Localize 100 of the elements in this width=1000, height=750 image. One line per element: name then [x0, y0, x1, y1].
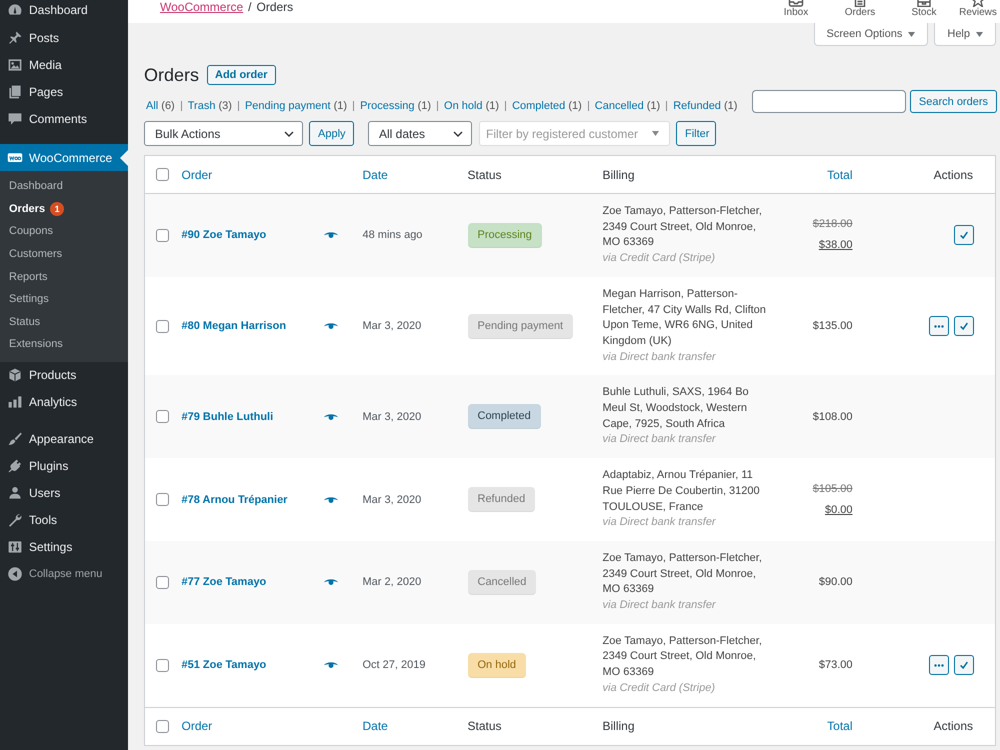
customer-name-link[interactable]: #79 Buhle Luthuli	[182, 410, 274, 423]
checkbox[interactable]	[156, 320, 169, 333]
speech-bubble-icon	[7, 110, 23, 126]
more-button[interactable]	[929, 316, 949, 336]
column-header-link[interactable]: Date	[362, 168, 388, 182]
status-filter-link[interactable]: Processing (1)	[360, 99, 432, 113]
screen-options-tab[interactable]: Screen Options	[814, 23, 928, 46]
eye-icon[interactable]	[324, 496, 338, 504]
checkbox[interactable]	[156, 168, 169, 181]
submenu-item[interactable]: Dashboard	[0, 175, 128, 198]
apply-button[interactable]: Apply	[309, 121, 354, 146]
submenu-item[interactable]: Settings	[0, 288, 128, 311]
sliders-icon	[7, 539, 23, 556]
column-header: Status	[468, 719, 502, 734]
checkbox[interactable]	[156, 493, 169, 506]
more-button[interactable]	[929, 655, 949, 676]
filter-button[interactable]: Filter	[676, 121, 716, 146]
search-button[interactable]: Search orders	[910, 90, 997, 113]
sidebar-item[interactable]: Media	[0, 51, 128, 78]
tray-icon	[788, 0, 804, 7]
status-filter-link[interactable]: Cancelled (1)	[594, 99, 660, 113]
column-header: Billing	[602, 168, 635, 182]
order-date: Mar 3, 2020	[362, 494, 422, 506]
payment-method: via Direct bank transfer	[602, 598, 717, 614]
customer-name-link[interactable]: #78 Arnou Trépanier	[182, 494, 288, 506]
order-total: $135.00	[812, 320, 852, 332]
sidebar-item[interactable]: Plugins	[0, 452, 128, 480]
status-filter-link[interactable]: Pending payment (1)	[244, 99, 348, 113]
sidebar-item[interactable]: Products	[0, 362, 128, 389]
customer-filter-field[interactable]: Filter by registered customer	[479, 121, 670, 146]
status-filter-link[interactable]: Trash (3)	[188, 99, 232, 113]
status-badge: Processing	[468, 222, 542, 248]
tick-icon	[959, 321, 969, 332]
checkbox[interactable]	[156, 658, 169, 672]
sidebar-item[interactable]: Analytics	[0, 388, 128, 416]
eye-icon[interactable]	[324, 578, 338, 586]
status-filter-link[interactable]: All (6)	[146, 99, 175, 113]
order-total: $0.00	[824, 502, 852, 518]
toolbar-item[interactable]: Reviews	[956, 0, 1000, 19]
checkbox[interactable]	[156, 720, 169, 733]
date-filter-select[interactable]: All dates	[368, 121, 472, 146]
search-field[interactable]	[752, 90, 906, 113]
sidebar-item[interactable]: WooCommerce	[0, 144, 128, 171]
caret-down-icon	[908, 32, 916, 36]
sidebar-item[interactable]: Settings	[0, 534, 128, 561]
star-icon	[970, 0, 986, 7]
dots-icon	[933, 322, 945, 330]
checkbox[interactable]	[156, 228, 169, 242]
toolbar-item[interactable]: Inbox	[764, 0, 828, 19]
submenu-item[interactable]: Orders 1	[0, 198, 128, 220]
checkbox[interactable]	[156, 576, 169, 589]
sidebar-item[interactable]: Tools	[0, 506, 128, 534]
complete-button[interactable]	[954, 225, 974, 246]
eye-icon[interactable]	[324, 661, 338, 670]
tick-icon	[959, 660, 969, 670]
submenu-item[interactable]: Status	[0, 310, 128, 334]
column-header-link[interactable]: Date	[362, 719, 388, 734]
column-header-link[interactable]: Order	[182, 719, 212, 734]
eye-icon[interactable]	[324, 231, 338, 240]
status-badge: Cancelled	[468, 570, 536, 595]
chevron-down-icon	[453, 130, 463, 136]
pages-icon	[7, 84, 23, 100]
sidebar-item[interactable]: Comments	[0, 105, 128, 132]
status-filter-link[interactable]: Refunded (1)	[673, 99, 738, 113]
collapse-menu-button[interactable]: Collapse menu	[0, 560, 128, 588]
customer-name-link[interactable]: #90 Zoe Tamayo	[182, 229, 266, 242]
complete-button[interactable]	[954, 655, 974, 676]
eye-icon[interactable]	[324, 322, 338, 330]
submenu-item[interactable]: Coupons	[0, 220, 128, 243]
complete-button[interactable]	[954, 316, 974, 336]
chevron-down-icon	[284, 130, 294, 136]
customer-name-link[interactable]: #51 Zoe Tamayo	[182, 659, 266, 672]
sidebar-item[interactable]: Pages	[0, 78, 128, 105]
help-tab[interactable]: Help	[934, 23, 996, 46]
document-icon	[852, 0, 868, 7]
customer-name-link[interactable]: #80 Megan Harrison	[182, 320, 286, 332]
bulk-actions-select[interactable]: Bulk Actions	[144, 121, 303, 146]
pointer-icon	[120, 150, 128, 166]
toolbar-item[interactable]: Orders	[828, 0, 892, 19]
column-header-link[interactable]: Total	[827, 719, 852, 734]
column-header-link[interactable]: Total	[827, 168, 852, 182]
sidebar-item[interactable]: Users	[0, 480, 128, 507]
submenu-item[interactable]: Extensions	[0, 333, 128, 356]
eye-icon[interactable]	[324, 412, 338, 421]
breadcrumb-link[interactable]: WooCommerce	[160, 0, 244, 14]
submenu-item[interactable]: Customers	[0, 242, 128, 266]
status-filter-link[interactable]: On hold (1)	[444, 99, 500, 113]
add-order-button[interactable]: Add order	[207, 65, 276, 85]
status-filter-link[interactable]: Completed (1)	[512, 99, 582, 113]
column-header: Actions	[934, 719, 973, 734]
customer-name-link[interactable]: #77 Zoe Tamayo	[182, 576, 266, 588]
sidebar-item[interactable]: Posts	[0, 24, 128, 51]
toolbar-item[interactable]: Stock	[892, 0, 956, 19]
checkbox[interactable]	[156, 410, 169, 424]
sidebar-item[interactable]: Dashboard	[0, 0, 128, 20]
column-header-link[interactable]: Order	[182, 168, 212, 182]
payment-method: via Credit Card (Stripe)	[602, 251, 716, 266]
bar-chart-icon	[7, 394, 23, 410]
submenu-item[interactable]: Reports	[0, 265, 128, 288]
sidebar-item[interactable]: Appearance	[0, 426, 128, 453]
